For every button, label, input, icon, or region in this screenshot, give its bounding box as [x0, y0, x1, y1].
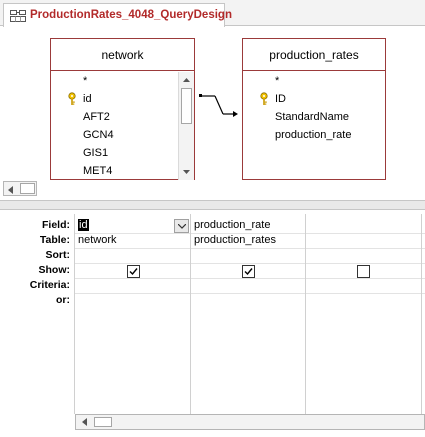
field-cell-value: id: [78, 219, 89, 231]
checkmark-icon: [244, 268, 253, 276]
row-label-or: or:: [56, 294, 70, 306]
query-design-window: ProductionRates_4048_QueryDesign network…: [0, 0, 425, 437]
tab-title: ProductionRates_4048_QueryDesign: [30, 9, 232, 21]
field-cell[interactable]: [306, 218, 421, 233]
pane-splitter[interactable]: [0, 200, 425, 210]
show-checkbox[interactable]: [242, 265, 255, 278]
document-tab[interactable]: ProductionRates_4048_QueryDesign: [3, 3, 232, 27]
field-row[interactable]: GIS1: [83, 144, 108, 162]
field-row[interactable]: GCN4: [83, 126, 114, 144]
table-network[interactable]: network * id AFT2 GCN4 GIS1 MET4: [50, 38, 195, 180]
query-design-grid: id network production_rate production_ra…: [74, 214, 425, 414]
field-dropdown-button[interactable]: [174, 219, 189, 233]
field-cell[interactable]: production_rate: [191, 218, 305, 233]
field-row[interactable]: *: [275, 72, 279, 90]
row-label-criteria: Criteria:: [29, 279, 70, 291]
grid-column-3[interactable]: [306, 214, 422, 414]
field-row[interactable]: AFT2: [83, 108, 110, 126]
table-pane: network * id AFT2 GCN4 GIS1 MET4 product…: [0, 27, 425, 201]
row-label-field: Field:: [42, 219, 70, 231]
chevron-down-icon: [177, 223, 186, 229]
scroll-down-icon[interactable]: [179, 164, 194, 179]
vertical-scrollbar[interactable]: [178, 72, 194, 180]
table-cell[interactable]: production_rates: [191, 233, 305, 248]
grid-column-1[interactable]: id network: [75, 214, 191, 414]
primary-key-icon: [259, 92, 269, 106]
join-line[interactable]: [195, 87, 243, 117]
checkmark-icon: [129, 268, 138, 276]
row-label-show: Show:: [38, 264, 71, 276]
field-row[interactable]: *: [83, 72, 87, 90]
field-row[interactable]: StandardName: [275, 108, 349, 126]
row-label-table: Table:: [39, 234, 70, 246]
row-label-sort: Sort:: [45, 249, 71, 261]
field-row[interactable]: id: [83, 90, 92, 108]
field-row[interactable]: MET4: [83, 162, 112, 180]
scrollbar-thumb[interactable]: [94, 417, 112, 427]
grid-column-2[interactable]: production_rate production_rates: [191, 214, 306, 414]
show-checkbox[interactable]: [357, 265, 370, 278]
scroll-left-icon[interactable]: [8, 185, 13, 197]
table-cell[interactable]: [306, 233, 421, 248]
scrollbar-thumb[interactable]: [20, 183, 35, 194]
grid-horizontal-scrollbar[interactable]: [75, 414, 425, 430]
table-cell[interactable]: network: [75, 233, 190, 248]
document-tab-bar: ProductionRates_4048_QueryDesign: [0, 0, 425, 27]
table-network-title[interactable]: network: [51, 39, 194, 71]
show-checkbox[interactable]: [127, 265, 140, 278]
scrollbar-thumb[interactable]: [181, 88, 192, 124]
table-production-rates-title[interactable]: production_rates: [243, 39, 385, 71]
primary-key-icon: [67, 92, 77, 106]
field-row[interactable]: ID: [275, 90, 286, 108]
query-design-icon: [10, 10, 26, 22]
scroll-left-icon[interactable]: [76, 415, 92, 429]
table-production-rates[interactable]: production_rates * ID StandardName produ…: [242, 38, 386, 180]
design-grid-pane: Field: Table: Sort: Show: Criteria: or: …: [0, 210, 425, 437]
field-row[interactable]: production_rate: [275, 126, 351, 144]
horizontal-scrollbar[interactable]: [3, 181, 37, 196]
field-cell[interactable]: id: [75, 218, 190, 233]
scroll-up-icon[interactable]: [179, 72, 194, 87]
